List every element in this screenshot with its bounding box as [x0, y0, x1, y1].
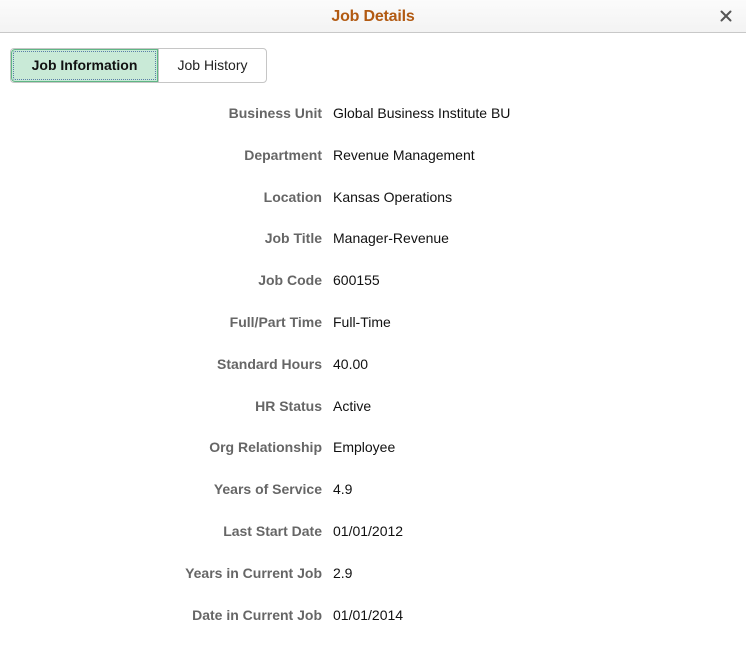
field-value: 600155 — [333, 272, 380, 289]
dialog-header: Job Details — [0, 0, 746, 33]
tab-group: Job Information Job History — [10, 48, 267, 83]
field-org-relationship: Org Relationship Employee — [0, 436, 746, 478]
field-years-of-service: Years of Service 4.9 — [0, 478, 746, 520]
field-years-in-current-job: Years in Current Job 2.9 — [0, 562, 746, 604]
job-details-dialog: Job Details Job Information Job History … — [0, 0, 746, 653]
field-label: Full/Part Time — [229, 313, 322, 330]
field-label: Years in Current Job — [185, 564, 322, 581]
tab-job-history[interactable]: Job History — [158, 49, 266, 82]
field-business-unit: Business Unit Global Business Institute … — [0, 102, 746, 144]
tab-job-information[interactable]: Job Information — [11, 49, 158, 82]
field-value: 01/01/2014 — [333, 606, 404, 623]
field-label: Department — [244, 146, 322, 163]
field-standard-hours: Standard Hours 40.00 — [0, 353, 746, 395]
field-value: Employee — [333, 439, 396, 456]
field-value: Full-Time — [333, 313, 391, 330]
field-value: Revenue Management — [333, 146, 475, 163]
field-hr-status: HR Status Active — [0, 395, 746, 437]
field-value: Active — [333, 397, 372, 414]
field-last-start-date: Last Start Date 01/01/2012 — [0, 520, 746, 562]
field-value: 01/01/2012 — [333, 522, 404, 539]
field-value: Kansas Operations — [333, 188, 453, 205]
field-label: Org Relationship — [209, 439, 322, 456]
field-value: 4.9 — [333, 481, 353, 498]
field-job-code: Job Code 600155 — [0, 269, 746, 311]
job-fields-list: Business Unit Global Business Institute … — [0, 102, 746, 645]
field-date-in-current-job: Date in Current Job 01/01/2014 — [0, 604, 746, 646]
field-label: Job Code — [258, 272, 322, 289]
field-value: Manager-Revenue — [333, 230, 449, 247]
close-button[interactable] — [718, 8, 734, 24]
field-label: Standard Hours — [216, 355, 322, 372]
field-value: Global Business Institute BU — [333, 105, 511, 121]
field-department: Department Revenue Management — [0, 144, 746, 186]
field-label: HR Status — [255, 397, 322, 414]
field-label: Location — [263, 188, 322, 205]
field-label: Date in Current Job — [192, 606, 322, 623]
field-label: Years of Service — [213, 481, 322, 498]
field-value: 2.9 — [333, 564, 353, 581]
dialog-title: Job Details — [331, 8, 415, 25]
field-value: 40.00 — [333, 355, 369, 372]
field-job-title: Job Title Manager-Revenue — [0, 227, 746, 269]
field-label: Last Start Date — [223, 522, 322, 539]
field-label: Business Unit — [228, 105, 322, 121]
field-full-part-time: Full/Part Time Full-Time — [0, 311, 746, 353]
close-icon — [720, 10, 732, 22]
field-label: Job Title — [264, 230, 322, 247]
field-location: Location Kansas Operations — [0, 186, 746, 228]
